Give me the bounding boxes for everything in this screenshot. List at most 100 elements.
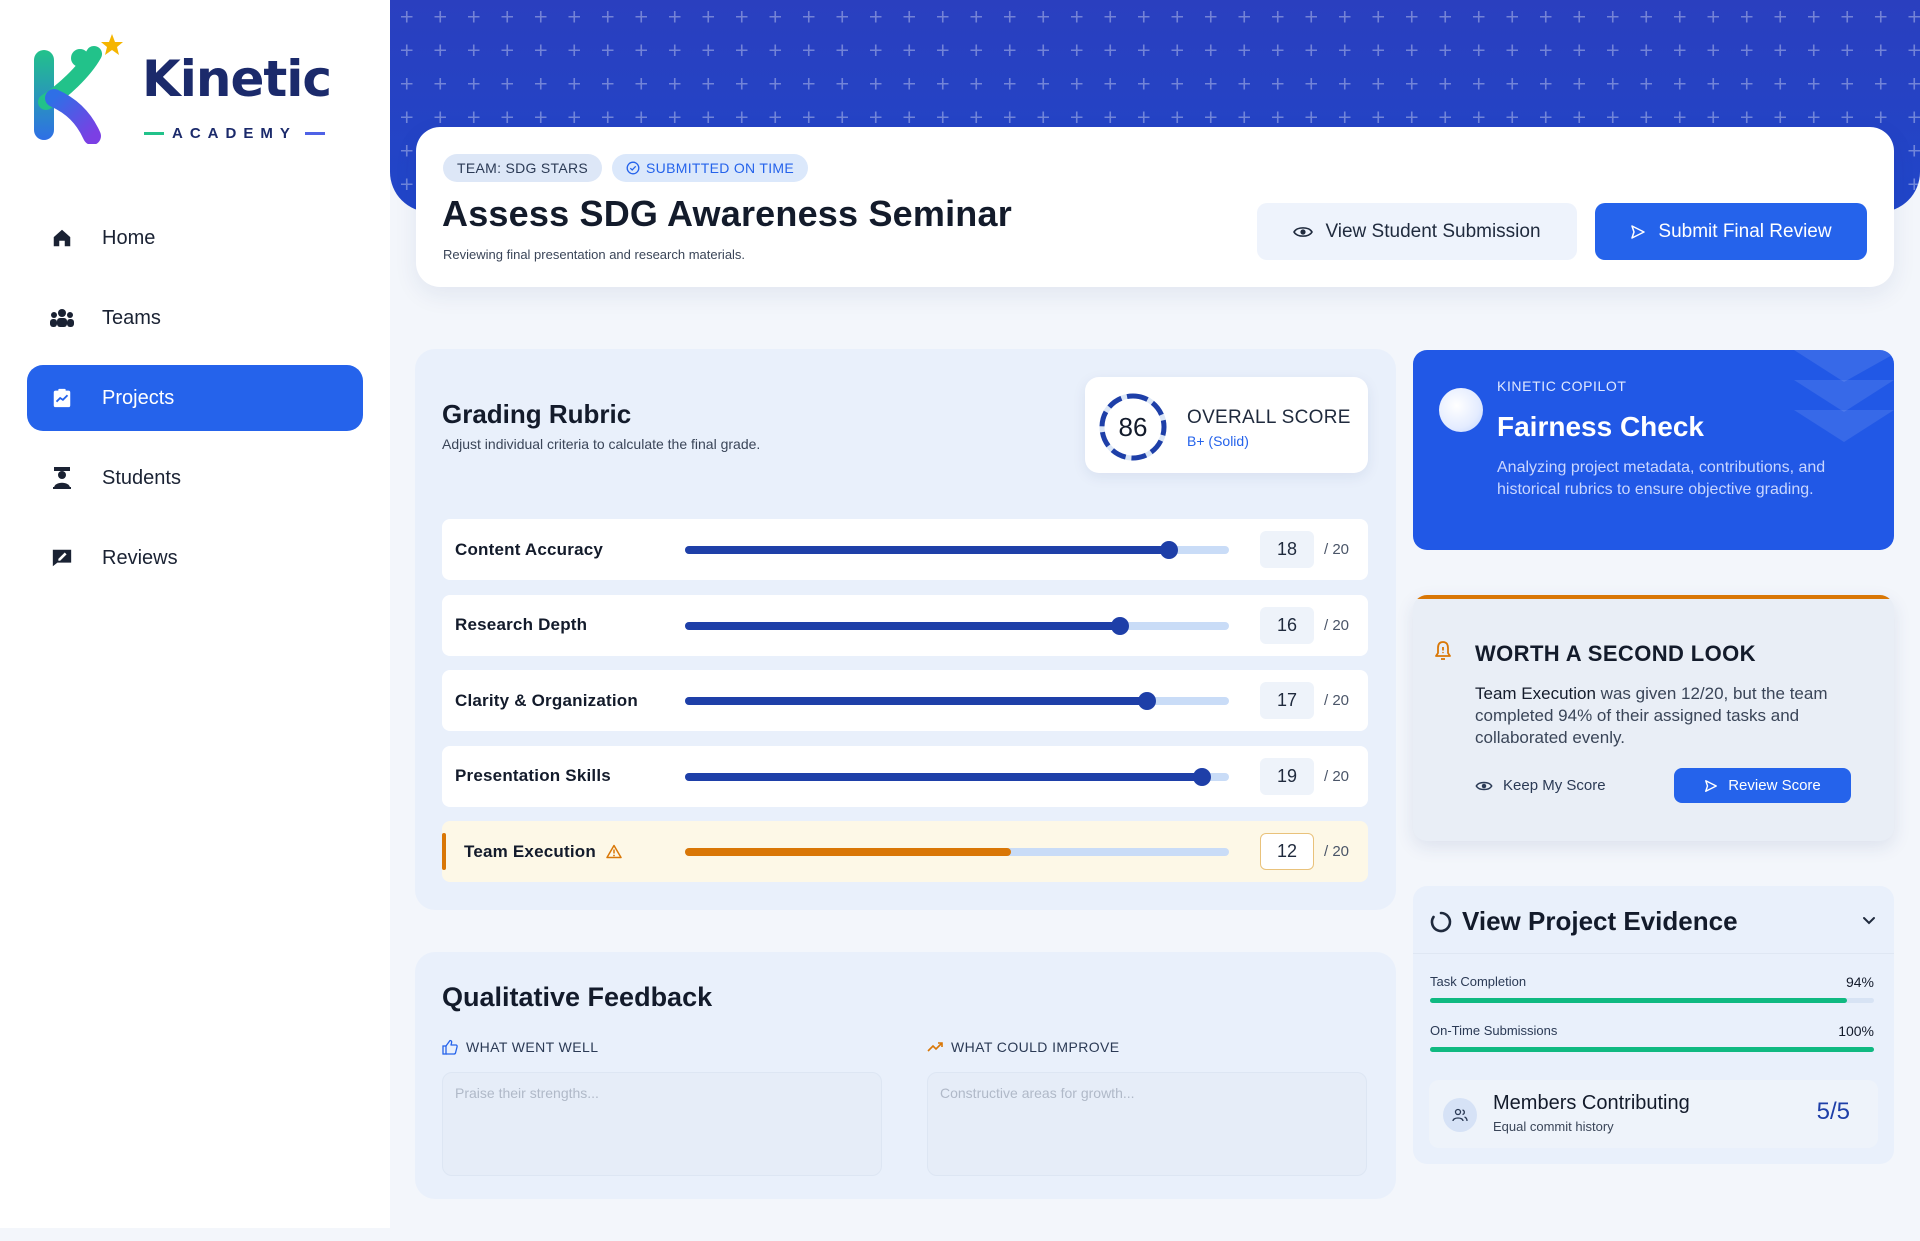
clipboard-chart-icon: [49, 385, 75, 411]
nav-item-label: Students: [102, 466, 181, 489]
criterion-max: / 20: [1324, 541, 1350, 558]
message-edit-icon: [49, 545, 75, 571]
team-chip: TEAM: SDG STARS: [443, 154, 603, 182]
metric-label: Task Completion: [1430, 974, 1527, 989]
metric-bar: [1430, 998, 1874, 1003]
send-icon: [1705, 779, 1718, 792]
improve-label: WHAT COULD IMPROVE: [927, 1036, 1367, 1058]
members-subtitle: Equal commit history: [1493, 1119, 1614, 1134]
criteria-list: Content Accuracy 18 / 20 Research Depth …: [442, 519, 1368, 897]
overall-score-grade: B+ (Solid): [1187, 433, 1249, 449]
criterion-research-depth: Research Depth 16 / 20: [442, 594, 1368, 656]
metric-label: On-Time Submissions: [1430, 1023, 1558, 1038]
trending-up-icon: [927, 1042, 943, 1052]
loading-icon: [1430, 911, 1452, 933]
second-look-text: Team Execution was given 12/20, but the …: [1475, 684, 1828, 747]
feedback-title: Qualitative Feedback: [442, 982, 713, 1012]
evidence-header[interactable]: View Project Evidence: [1413, 886, 1894, 954]
criterion-name: Research Depth: [455, 615, 588, 634]
criterion-name: Team Execution: [464, 821, 622, 882]
brand-subtitle: ACADEMY: [144, 125, 325, 142]
rubric-title: Grading Rubric: [442, 399, 632, 429]
nav-item-teams[interactable]: Teams: [27, 285, 363, 351]
criterion-max: / 20: [1324, 843, 1350, 860]
criterion-name: Presentation Skills: [455, 766, 611, 785]
send-icon: [1631, 224, 1646, 239]
criterion-max: / 20: [1324, 616, 1350, 634]
criterion-team-execution: Team Execution 12 / 20: [442, 821, 1368, 882]
second-look-title: WORTH A SECOND LOOK: [1475, 641, 1756, 666]
criterion-slider[interactable]: [685, 692, 1229, 710]
nav-item-label: Teams: [102, 306, 161, 329]
members-title: Members Contributing: [1493, 1092, 1690, 1114]
criterion-score-input[interactable]: 16: [1260, 606, 1314, 644]
chevron-decoration: [1794, 350, 1894, 442]
brand-logo[interactable]: Kinetic ACADEMY: [32, 26, 332, 146]
slider-thumb[interactable]: [1192, 767, 1211, 786]
sidebar: Kinetic ACADEMY Home Teams Projects Stud…: [0, 0, 390, 1228]
criterion-max: / 20: [1324, 767, 1350, 785]
nav-item-home[interactable]: Home: [27, 205, 363, 271]
header-chips: TEAM: SDG STARS SUBMITTED ON TIME: [443, 154, 809, 182]
members-icon: [1443, 1098, 1477, 1132]
members-value: 5/5: [1816, 1098, 1850, 1125]
metric-on-time: On-Time Submissions 100%: [1430, 1023, 1874, 1052]
brand-name: Kinetic: [142, 50, 332, 108]
criterion-slider[interactable]: [685, 848, 1229, 856]
criterion-name: Content Accuracy: [455, 539, 604, 559]
criterion-slider[interactable]: [685, 767, 1229, 786]
slider-thumb[interactable]: [1111, 616, 1130, 635]
chevron-down-icon[interactable]: [1859, 910, 1879, 930]
nav-item-projects[interactable]: Projects: [27, 365, 363, 431]
nav-item-reviews[interactable]: Reviews: [27, 525, 363, 591]
slider-thumb[interactable]: [1160, 541, 1179, 559]
criterion-clarity-organization: Clarity & Organization 17 / 20: [442, 670, 1368, 731]
copilot-description: Analyzing project metadata, contribution…: [1497, 459, 1826, 498]
assessment-header: TEAM: SDG STARS SUBMITTED ON TIME Assess…: [416, 127, 1894, 287]
eye-icon: [1475, 781, 1493, 790]
overall-score-value: 86: [1118, 411, 1148, 442]
went-well-column: WHAT WENT WELL: [442, 1036, 882, 1181]
overall-score-label: OVERALL SCORE: [1187, 407, 1351, 428]
criterion-score-input[interactable]: 12: [1260, 833, 1314, 870]
fairness-check-card: KINETIC COPILOT Fairness Check Analyzing…: [1413, 350, 1894, 550]
criterion-content-accuracy: Content Accuracy 18 / 20: [442, 519, 1368, 580]
criterion-slider[interactable]: [685, 541, 1229, 559]
criterion-score-input[interactable]: 17: [1260, 682, 1314, 719]
went-well-label: WHAT WENT WELL: [442, 1036, 882, 1058]
metric-value: 94%: [1845, 974, 1874, 990]
copilot-avatar-icon: [1439, 388, 1483, 432]
status-chip: SUBMITTED ON TIME: [612, 154, 809, 182]
review-score-button[interactable]: Review Score: [1674, 768, 1851, 803]
criterion-score-input[interactable]: 19: [1260, 757, 1314, 795]
submit-review-button[interactable]: Submit Final Review: [1595, 203, 1867, 260]
second-look-card: WORTH A SECOND LOOK Team Execution was g…: [1413, 595, 1894, 841]
metric-value: 100%: [1838, 1023, 1874, 1039]
criterion-slider[interactable]: [685, 616, 1229, 635]
home-icon: [49, 225, 75, 251]
page-subtitle: Reviewing final presentation and researc…: [443, 247, 746, 262]
grading-rubric: Grading Rubric Adjust individual criteri…: [415, 349, 1396, 910]
improve-textarea[interactable]: [927, 1072, 1367, 1176]
users-icon: [49, 305, 75, 331]
check-circle-icon: [626, 161, 640, 175]
page-title: Assess SDG Awareness Seminar: [442, 193, 1012, 234]
nav-item-students[interactable]: Students: [27, 445, 363, 511]
slider-thumb[interactable]: [1138, 692, 1157, 710]
nav-item-label: Reviews: [102, 546, 178, 569]
view-submission-button[interactable]: View Student Submission: [1257, 203, 1577, 260]
student-icon: [49, 465, 75, 491]
metric-bar: [1430, 1047, 1874, 1052]
kinetic-logo-icon: [34, 34, 123, 144]
criterion-max: / 20: [1324, 692, 1350, 709]
keep-score-button[interactable]: Keep My Score: [1475, 768, 1625, 803]
nav-item-label: Home: [102, 226, 156, 249]
copilot-kicker: KINETIC COPILOT: [1497, 378, 1627, 394]
qualitative-feedback: Qualitative Feedback WHAT WENT WELL WHAT…: [415, 952, 1396, 1199]
criterion-score-input[interactable]: 18: [1260, 531, 1314, 568]
bell-alert-icon: [1435, 641, 1451, 660]
went-well-textarea[interactable]: [442, 1072, 882, 1176]
warning-icon: [606, 844, 622, 859]
criterion-name: Clarity & Organization: [455, 690, 638, 710]
project-evidence-panel: View Project Evidence Task Completion 94%…: [1413, 886, 1894, 1164]
